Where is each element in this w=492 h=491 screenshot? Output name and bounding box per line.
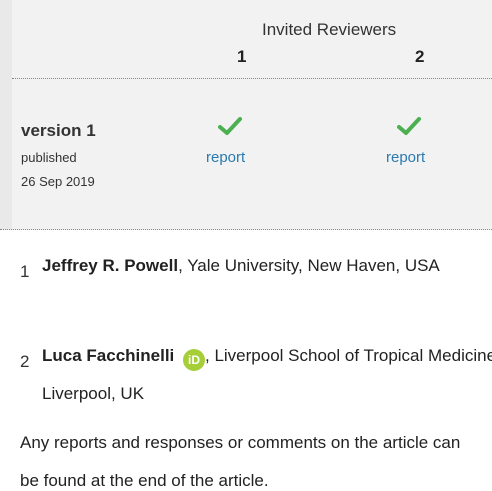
reviewer-column-1: 1 — [237, 47, 247, 66]
reviewer-name[interactable]: Jeffrey R. Powell — [42, 256, 178, 275]
header-divider — [12, 78, 492, 79]
check-icon — [397, 117, 421, 135]
reviewer-name[interactable]: Luca Facchinelli — [42, 346, 174, 365]
reviewer-affiliation: , Yale University, New Haven, USA — [178, 256, 440, 275]
reviewer-column-2: 2 — [415, 47, 425, 66]
reviewer-status-panel: Invited Reviewers 1 2 — [0, 0, 492, 230]
report-link-2[interactable]: report — [386, 149, 425, 166]
version-label: version 1 — [21, 121, 96, 140]
orcid-icon[interactable]: iD — [183, 349, 205, 371]
check-icon — [218, 117, 242, 135]
panel-bottom-divider — [0, 229, 492, 230]
invited-reviewers-heading: Invited Reviewers — [262, 20, 397, 39]
reports-footer-note: Any reports and responses or comments on… — [20, 433, 461, 490]
report-link-1[interactable]: report — [206, 149, 245, 166]
reviewer-number: 2 — [20, 352, 30, 371]
reviewer-number: 1 — [20, 262, 30, 281]
version-date: 26 Sep 2019 — [21, 174, 95, 189]
version-status: published — [21, 150, 77, 165]
reviewer-status-section: Invited Reviewers 1 2 version 1 publishe… — [0, 0, 492, 491]
